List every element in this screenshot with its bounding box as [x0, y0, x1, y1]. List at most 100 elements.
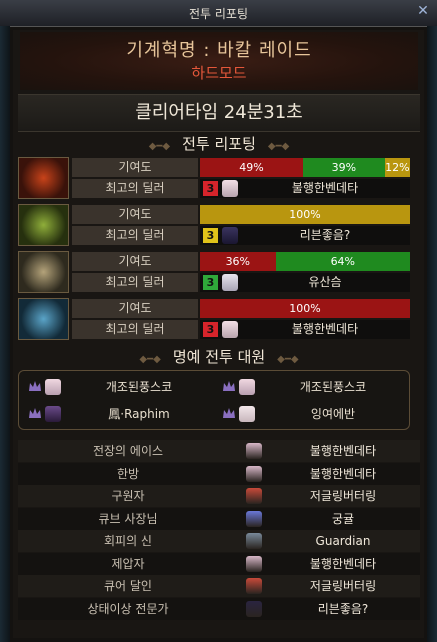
- award-player[interactable]: 저글링버터링: [268, 575, 418, 597]
- award-row: 회피의 신 Guardian: [18, 530, 420, 552]
- award-row: 큐어 달인 저글링버터링: [18, 575, 420, 597]
- contribution-label: 기여도: [72, 299, 198, 318]
- report-section-title: 전투 리포팅: [182, 135, 256, 153]
- contribution-segment: 64%: [275, 252, 410, 271]
- party-row: 기여도최고의 딜러 100% 3 리븐좋음?: [18, 204, 410, 246]
- honor-section-header: ◆━◆ 명예 전투 대원 ◆━◆: [18, 346, 420, 368]
- honor-member[interactable]: 개조된풍스코: [217, 376, 407, 398]
- award-title: 한방: [116, 466, 140, 481]
- dealer-name: 유산슴: [308, 275, 342, 289]
- party-row: 기여도 최고의 딜러 36% 64% 3 유산슴: [18, 251, 410, 293]
- honor-box: 개조된풍스코 개조된풍스코 鳳·Raphim 잉여에반: [18, 370, 410, 430]
- award-title: 제압자: [111, 556, 145, 571]
- avatar: [222, 321, 238, 338]
- avatar: [239, 406, 255, 422]
- award-row: 한방 불행한벤데타: [18, 462, 420, 485]
- award-player[interactable]: 저글링버터링: [268, 485, 418, 507]
- gold-dragon-portrait: [18, 251, 69, 293]
- contribution-label: 기여도: [72, 205, 198, 224]
- avatar: [246, 533, 262, 549]
- award-player[interactable]: Guardian: [268, 530, 418, 552]
- avatar: [45, 379, 61, 395]
- party-row: 기여도 최고의 딜러 49% 39% 12% 3 불행한벤데타: [18, 157, 410, 199]
- award-title: 회피의 신: [104, 534, 152, 548]
- best-dealer-cell[interactable]: 3 유산슴: [200, 273, 410, 292]
- ornament-right-icon: ◆━◆: [277, 354, 299, 365]
- avatar: [246, 555, 262, 572]
- ornament-left-icon: ◆━◆: [139, 354, 161, 365]
- title-bar[interactable]: 전투 리포팅 ✕: [0, 0, 437, 27]
- close-icon[interactable]: ✕: [415, 3, 431, 19]
- blue-dragon-portrait: [18, 298, 69, 340]
- avatar: [239, 379, 255, 395]
- avatar: [246, 600, 262, 617]
- honor-member-name: 개조된풍스코: [105, 380, 173, 394]
- contribution-segment: 49%: [200, 158, 303, 177]
- award-row: 제압자 불행한벤데타: [18, 552, 420, 575]
- award-player[interactable]: 불행한벤데타: [268, 440, 418, 462]
- clear-time: 클리어타임 24분31초: [18, 94, 420, 132]
- best-dealer-cell[interactable]: 3 불행한벤데타: [200, 179, 410, 198]
- avatar: [246, 488, 262, 504]
- award-player[interactable]: 궁귤: [268, 508, 418, 530]
- crown-icon: [223, 381, 235, 391]
- best-dealer-cell[interactable]: 3 불행한벤데타: [200, 320, 410, 339]
- avatar: [246, 510, 262, 527]
- award-player[interactable]: 불행한벤데타: [268, 553, 418, 575]
- rank-badge: 3: [203, 181, 218, 196]
- crown-icon: [29, 408, 41, 418]
- honor-member-name: 개조된풍스코: [299, 380, 367, 394]
- avatar: [222, 180, 238, 197]
- best-dealer-label: 최고의 딜러: [72, 273, 198, 292]
- award-title: 상태이상 전문가: [87, 601, 169, 616]
- best-dealer-label: 최고의 딜러: [72, 320, 198, 339]
- report-section-header: ◆━◆ 전투 리포팅 ◆━◆: [18, 133, 420, 155]
- rank-badge: 3: [203, 322, 218, 337]
- contribution-segment: 100%: [200, 299, 410, 318]
- right-frame: [427, 26, 437, 642]
- contribution-segment: 12%: [384, 158, 410, 177]
- raid-name: 기계혁명 : 바칼 레이드: [126, 40, 312, 61]
- honor-member[interactable]: 개조된풍스코: [23, 376, 213, 398]
- best-dealer-label: 최고의 딜러: [72, 179, 198, 198]
- honor-section-title: 명예 전투 대원: [172, 348, 266, 366]
- honor-member[interactable]: 鳳·Raphim: [23, 403, 213, 425]
- left-frame: [0, 26, 10, 642]
- crown-icon: [223, 408, 235, 418]
- ornament-left-icon: ◆━◆: [148, 141, 171, 152]
- honor-member-name: 鳳·Raphim: [108, 407, 170, 421]
- dealer-name: 리븐좋음?: [299, 228, 351, 242]
- crown-icon: [29, 381, 41, 391]
- award-title: 전장의 에이스: [92, 444, 164, 458]
- best-dealer-cell[interactable]: 3 리븐좋음?: [200, 226, 410, 245]
- award-title: 구원자: [111, 489, 145, 503]
- avatar: [222, 274, 238, 291]
- avatar: [222, 227, 238, 244]
- ornament-right-icon: ◆━◆: [267, 141, 290, 152]
- contribution-bar: 49% 39% 12%: [200, 158, 410, 177]
- honor-member-name: 잉여에반: [310, 407, 356, 421]
- best-dealer-label: 최고의 딜러: [72, 226, 198, 245]
- avatar: [246, 443, 262, 459]
- award-row: 상태이상 전문가 리븐좋음?: [18, 597, 420, 620]
- award-player[interactable]: 불행한벤데타: [268, 463, 418, 485]
- battle-report-window: 전투 리포팅 ✕ 기계혁명 : 바칼 레이드 하드모드 클리어타임 24분31초…: [0, 0, 437, 642]
- party-row: 기여도최고의 딜러 100% 3 불행한벤데타: [18, 298, 410, 340]
- contribution-segment: 100%: [200, 205, 410, 224]
- green-dragon-portrait: [18, 204, 69, 246]
- rank-badge: 3: [203, 228, 218, 243]
- contribution-segment: 36%: [200, 252, 276, 271]
- avatar: [45, 406, 61, 422]
- difficulty-label: 하드모드: [191, 64, 247, 82]
- honor-member[interactable]: 잉여에반: [217, 403, 407, 425]
- award-row: 구원자 저글링버터링: [18, 485, 420, 507]
- contribution-bar: 100%: [200, 299, 410, 318]
- red-dragon-portrait: [18, 157, 69, 199]
- avatar: [246, 578, 262, 594]
- contribution-segment: 39%: [302, 158, 385, 177]
- award-row: 전장의 에이스 불행한벤데타: [18, 440, 420, 462]
- award-player[interactable]: 리븐좋음?: [268, 598, 418, 620]
- window-title: 전투 리포팅: [188, 7, 248, 21]
- award-title: 큐어 달인: [104, 579, 152, 593]
- rank-badge: 3: [203, 275, 218, 290]
